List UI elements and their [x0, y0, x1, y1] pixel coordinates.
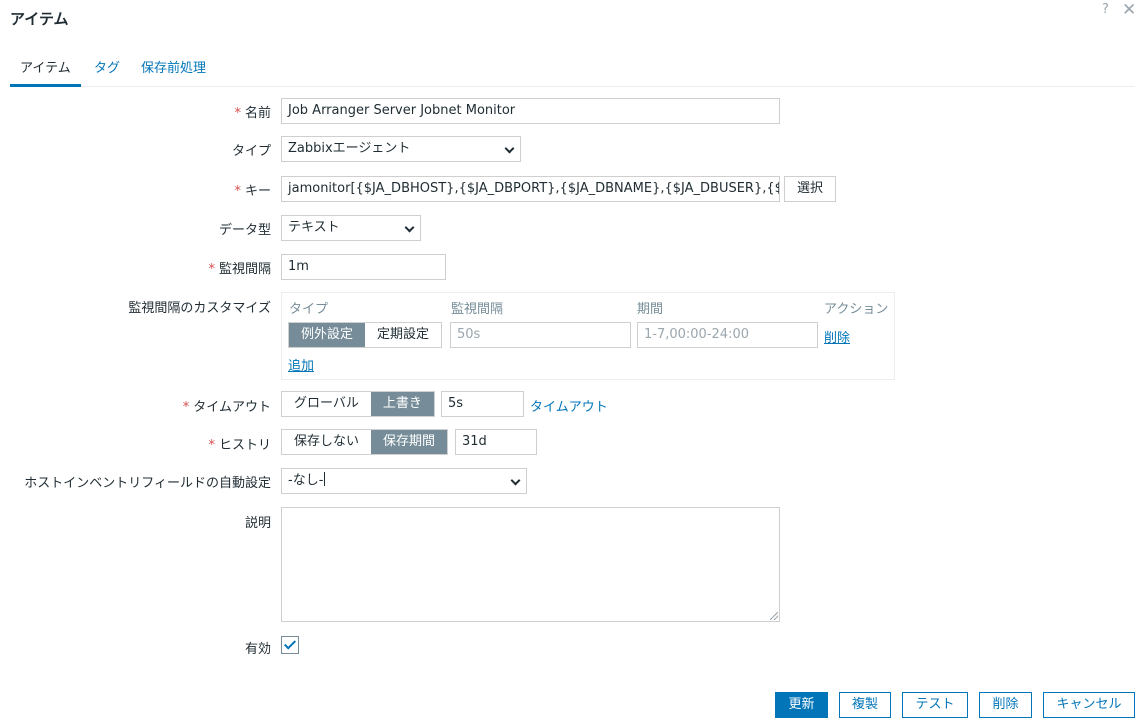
text-cursor	[324, 472, 326, 486]
tab-preprocessing[interactable]: 保存前処理	[141, 52, 206, 87]
name-input[interactable]: Job Arranger Server Jobnet Monitor	[281, 98, 780, 124]
interval-label-text: 監視間隔	[218, 262, 271, 277]
checkmark-icon	[283, 637, 297, 650]
timeout-override-option[interactable]: 上書き	[370, 392, 434, 416]
close-icon[interactable]: ✕	[1122, 0, 1136, 20]
history-do-not-store-option[interactable]: 保存しない	[282, 430, 372, 454]
data-type-label: データ型	[218, 223, 271, 238]
enabled-checkbox[interactable]	[281, 636, 299, 654]
history-label: * ヒストリ	[208, 434, 271, 453]
timeout-input[interactable]: 5s	[441, 391, 524, 417]
timeout-global-option[interactable]: グローバル	[282, 392, 371, 416]
timeout-settings-link[interactable]: タイムアウト	[530, 396, 608, 415]
dialog-title: アイテム	[10, 10, 69, 28]
column-header-action: アクション	[824, 302, 889, 317]
column-header-interval: 監視間隔	[451, 302, 504, 317]
help-icon[interactable]: ?	[1102, 2, 1109, 17]
timeout-label-text: タイムアウト	[193, 400, 271, 415]
scheduling-option[interactable]: 定期設定	[365, 323, 442, 347]
name-label-text: 名前	[244, 106, 271, 121]
chevron-down-icon	[510, 475, 521, 486]
inventory-select-value: -なし-	[288, 473, 324, 488]
cancel-button[interactable]: キャンセル	[1043, 692, 1135, 718]
history-store-period-option[interactable]: 保存期間	[371, 430, 448, 454]
tab-tags[interactable]: タグ	[94, 52, 120, 87]
data-type-select-value: テキスト	[288, 220, 340, 235]
interval-label: * 監視間隔	[208, 258, 271, 277]
required-marker: *	[182, 400, 190, 415]
chevron-down-icon	[404, 222, 415, 233]
history-mode-toggle: 保存しない 保存期間	[281, 429, 449, 455]
type-label: タイプ	[231, 144, 271, 159]
tab-item[interactable]: アイテム	[10, 52, 81, 87]
resize-handle-icon[interactable]	[770, 612, 778, 620]
required-marker: *	[208, 438, 215, 453]
update-button[interactable]: 更新	[775, 692, 828, 718]
add-interval-link[interactable]: 追加	[288, 355, 314, 374]
delete-button[interactable]: 削除	[979, 692, 1032, 718]
enabled-label: 有効	[244, 642, 271, 657]
timeout-label: * タイムアウト	[183, 396, 271, 415]
custom-interval-type-toggle: 例外設定 定期設定	[288, 322, 443, 348]
inventory-select[interactable]: -なし-	[281, 468, 527, 494]
description-textarea[interactable]	[281, 507, 780, 622]
remove-interval-link[interactable]: 削除	[824, 327, 850, 346]
inventory-label: ホストインベントリフィールドの自動設定	[24, 476, 271, 491]
description-label: 説明	[244, 516, 271, 531]
custom-intervals-label: 監視間隔のカスタマイズ	[128, 301, 271, 316]
key-select-button[interactable]: 選択	[784, 176, 836, 202]
required-marker: *	[234, 106, 241, 121]
timeout-mode-toggle: グローバル 上書き	[281, 391, 435, 417]
clone-button[interactable]: 複製	[839, 692, 891, 718]
required-marker: *	[208, 262, 215, 277]
test-button[interactable]: テスト	[902, 692, 968, 718]
history-input[interactable]: 31d	[455, 429, 537, 455]
key-input[interactable]: jamonitor[{$JA_DBHOST},{$JA_DBPORT},{$JA…	[281, 176, 780, 202]
key-label-text: キー	[244, 184, 271, 199]
key-label: * キー	[234, 180, 271, 199]
type-select-value: Zabbixエージェント	[288, 141, 411, 156]
tab-bar: アイテム タグ 保存前処理	[10, 52, 1135, 87]
column-header-type: タイプ	[289, 302, 329, 317]
custom-period-input[interactable]: 1-7,00:00-24:00	[637, 322, 818, 348]
chevron-down-icon	[504, 143, 515, 154]
interval-input[interactable]: 1m	[281, 254, 446, 280]
type-select[interactable]: Zabbixエージェント	[281, 136, 521, 162]
column-header-period: 期間	[637, 302, 664, 317]
name-label: * 名前	[234, 102, 271, 121]
required-marker: *	[234, 184, 241, 199]
flexible-option[interactable]: 例外設定	[289, 323, 366, 347]
custom-intervals-table: タイプ 監視間隔 期間 アクション 例外設定 定期設定 50s 1-7,00:0…	[281, 292, 895, 380]
custom-interval-input[interactable]: 50s	[450, 322, 631, 348]
history-label-text: ヒストリ	[218, 438, 271, 453]
data-type-select[interactable]: テキスト	[281, 215, 421, 241]
